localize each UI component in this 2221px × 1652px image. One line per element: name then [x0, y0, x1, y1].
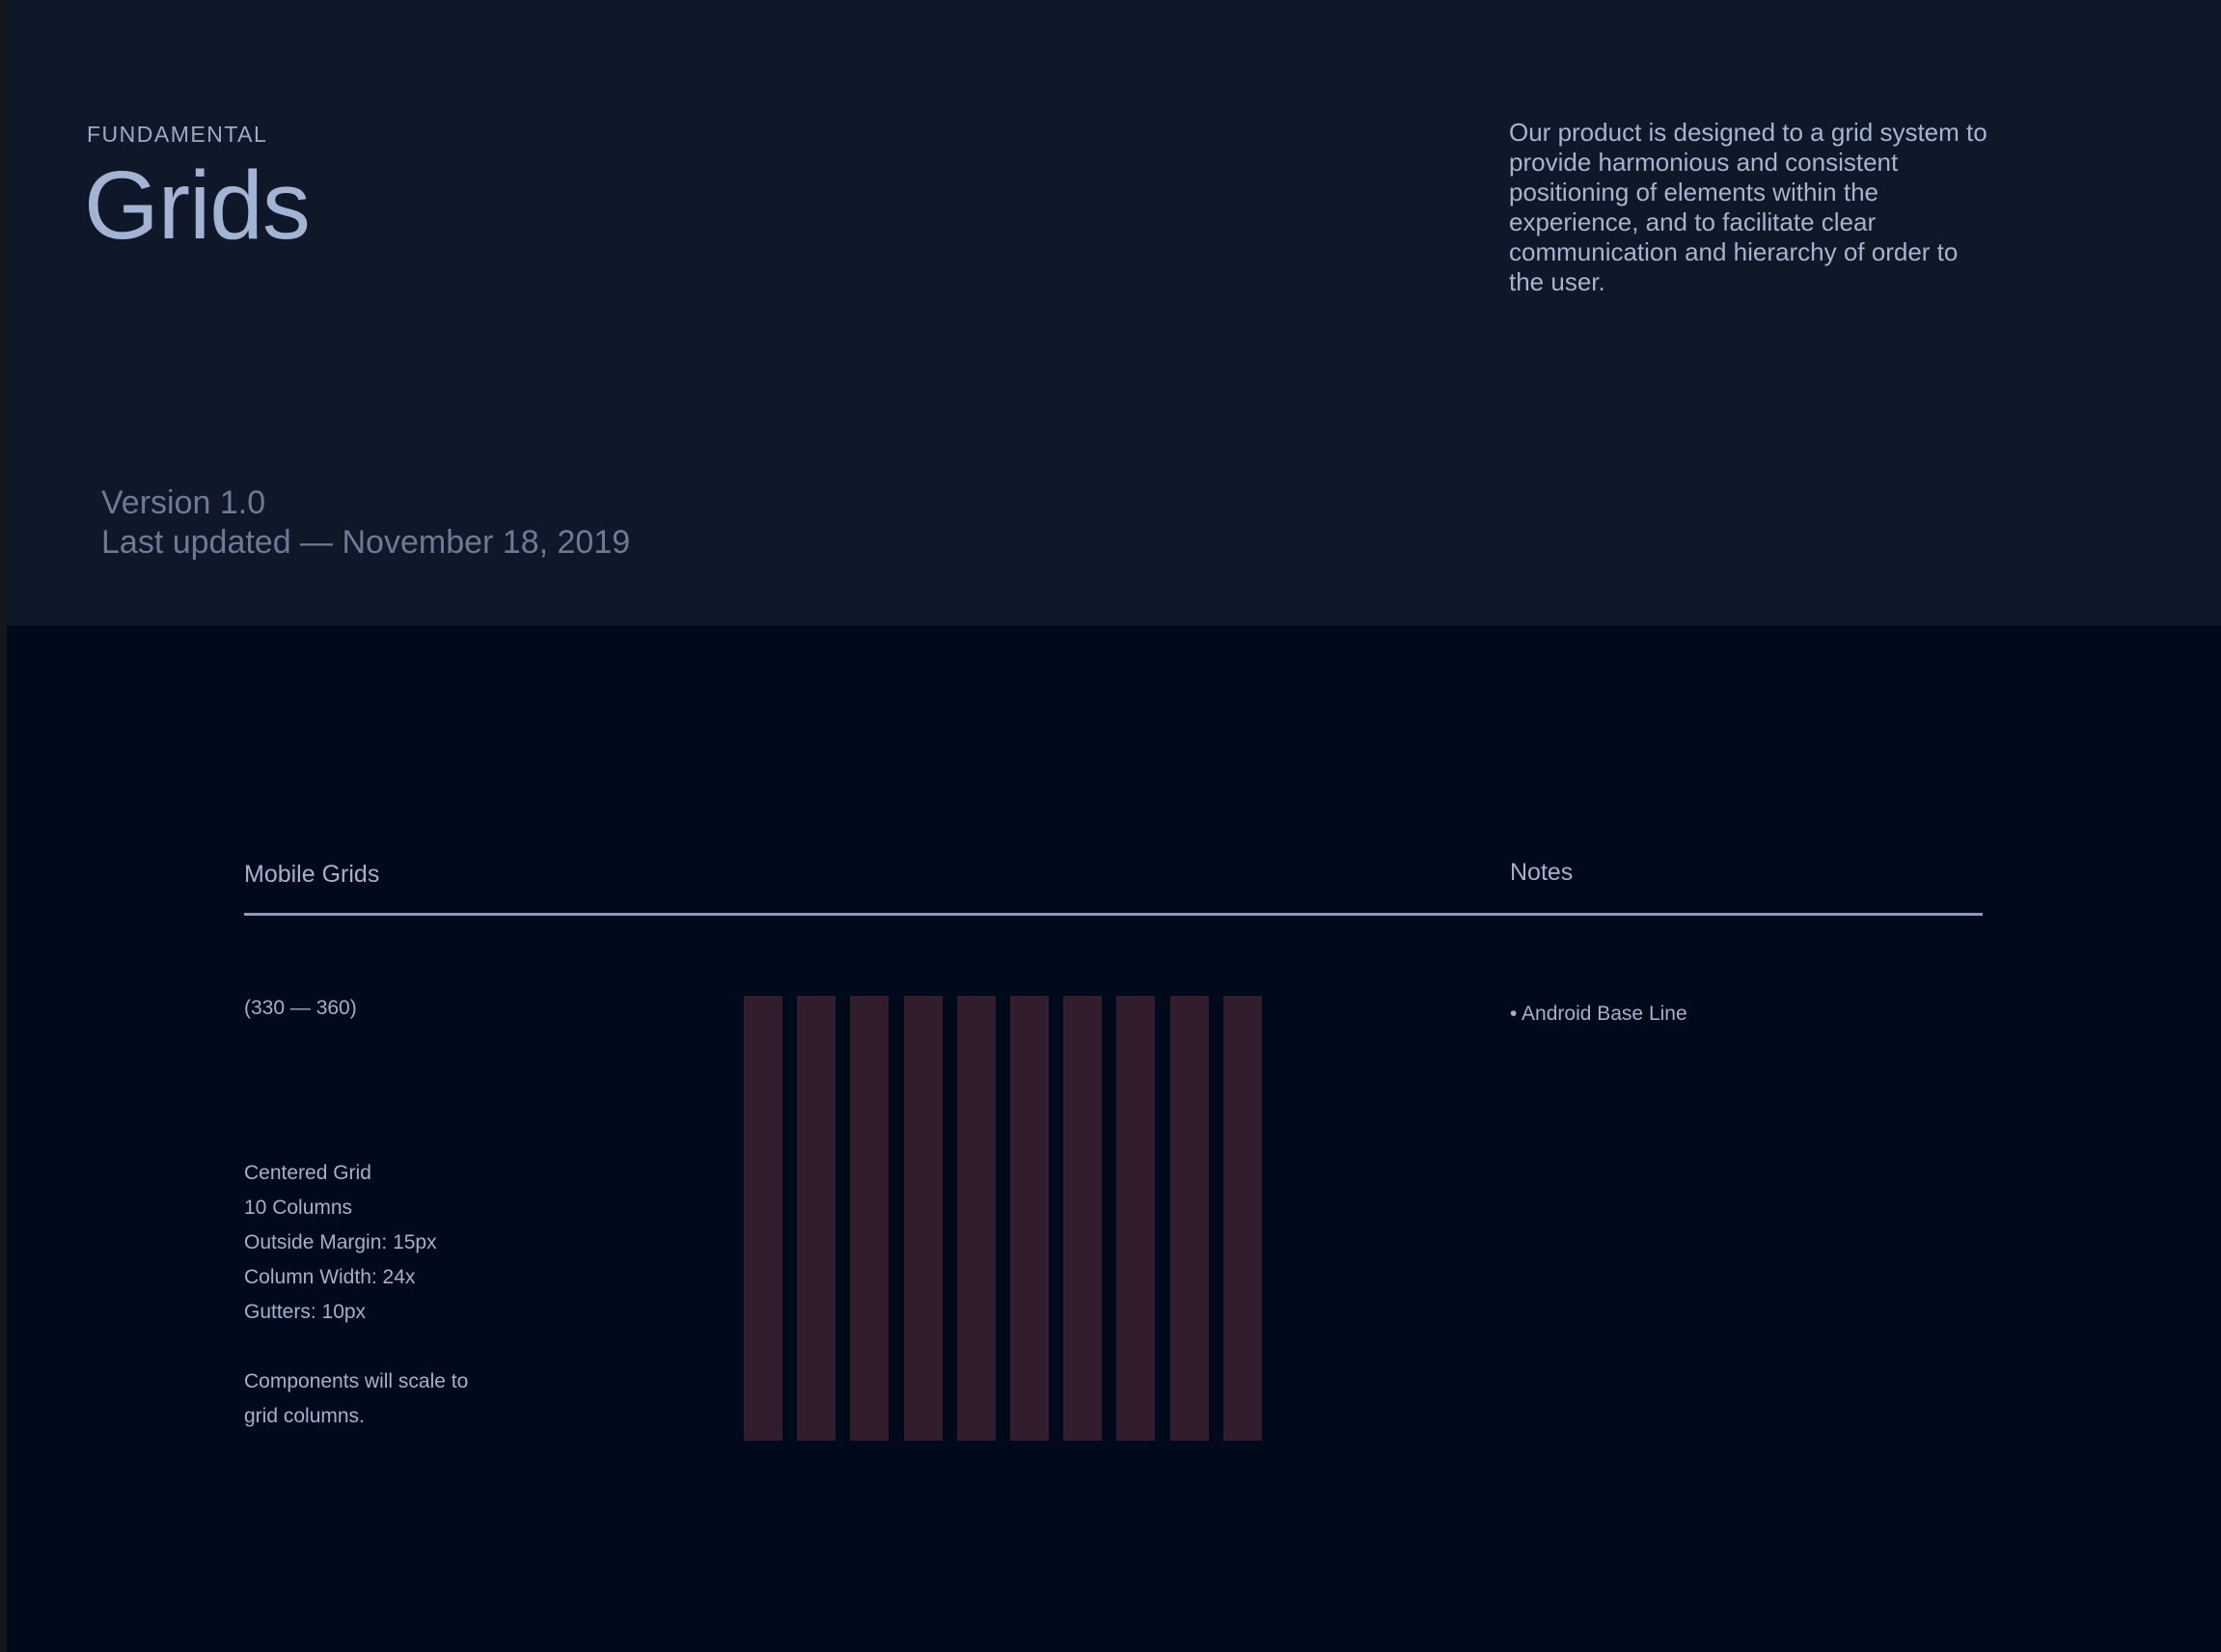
page-header: FUNDAMENTAL Grids Our product is designe… [7, 0, 2221, 625]
note-item: • Android Base Line [1510, 1003, 1687, 1025]
grid-column [744, 996, 782, 1441]
last-updated-label: Last updated — November 18, 2019 [101, 524, 631, 561]
spec-line: Centered Grid [244, 1162, 371, 1184]
grid-column [850, 996, 889, 1441]
spec-spacer [244, 1330, 468, 1364]
grid-column [797, 996, 836, 1441]
grid-column [904, 996, 943, 1441]
section-eyebrow: FUNDAMENTAL [87, 122, 268, 147]
grid-column [957, 996, 996, 1441]
version-label: Version 1.0 [101, 484, 266, 521]
notes-heading: Notes [1510, 859, 1574, 886]
scale-note-line: Components will scale to [244, 1370, 469, 1392]
page: FUNDAMENTAL Grids Our product is designe… [7, 0, 2221, 1652]
page-title: Grids [84, 151, 311, 260]
grid-columns-preview [744, 996, 1272, 1441]
spec-line: 10 Columns [244, 1197, 353, 1219]
breakpoint-range: (330 — 360) [244, 997, 357, 1019]
grid-column [1170, 996, 1209, 1441]
grid-column [1223, 996, 1262, 1441]
spec-line: Gutters: 10px [244, 1301, 367, 1323]
grid-column [1010, 996, 1049, 1441]
spec-line: Column Width: 24x [244, 1266, 416, 1288]
section-divider [244, 913, 1983, 916]
scale-note-line: grid columns. [244, 1405, 365, 1427]
mobile-grids-heading: Mobile Grids [244, 861, 380, 888]
grid-specs: Centered Grid 10 Columns Outside Margin:… [244, 1156, 468, 1434]
version-info: Version 1.0 Last updated — November 18, … [101, 483, 630, 563]
grid-column [1063, 996, 1102, 1441]
intro-paragraph: Our product is designed to a grid system… [1509, 118, 1988, 296]
grid-column [1116, 996, 1155, 1441]
spec-line: Outside Margin: 15px [244, 1231, 437, 1253]
